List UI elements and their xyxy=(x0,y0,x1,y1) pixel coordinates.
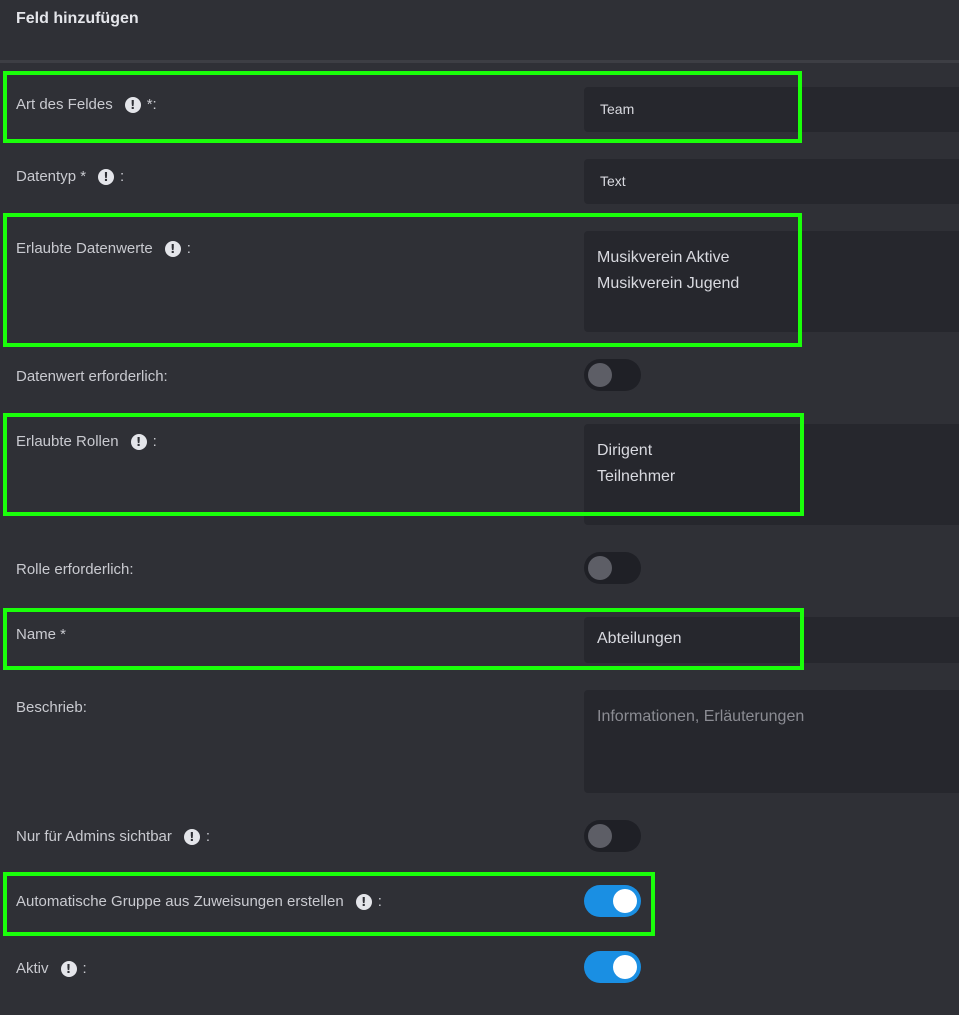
data-type-select[interactable]: Text xyxy=(584,159,959,204)
admins-only-label: Nur für Admins sichtbar ! : xyxy=(16,828,211,845)
info-icon[interactable]: ! xyxy=(60,960,77,977)
value-line: Musikverein Aktive xyxy=(597,249,730,266)
add-field-dialog: Feld hinzufügen Art des Feldes ! *: Team… xyxy=(0,0,959,1015)
info-icon[interactable]: ! xyxy=(183,828,200,845)
info-icon[interactable]: ! xyxy=(355,893,372,910)
info-icon[interactable]: ! xyxy=(164,240,181,257)
auto-group-label: Automatische Gruppe aus Zuweisungen erst… xyxy=(16,893,382,910)
value-required-label: Datenwert erforderlich: xyxy=(16,368,168,385)
allowed-roles-textarea[interactable]: Dirigent Teilnehmer xyxy=(584,424,959,525)
dialog-title: Feld hinzufügen xyxy=(16,10,139,27)
info-icon[interactable]: ! xyxy=(124,96,141,113)
allowed-values-textarea[interactable]: Musikverein Aktive Musikverein Jugend xyxy=(584,231,959,332)
auto-group-toggle[interactable] xyxy=(584,885,641,917)
allowed-values-label: Erlaubte Datenwerte ! : xyxy=(16,240,191,257)
toggle-knob xyxy=(588,556,612,580)
toggle-knob xyxy=(613,889,637,913)
role-line: Teilnehmer xyxy=(597,468,676,485)
data-type-label: Datentyp * ! : xyxy=(16,168,125,185)
toggle-knob xyxy=(588,363,612,387)
admins-only-toggle[interactable] xyxy=(584,820,641,852)
role-required-label: Rolle erforderlich: xyxy=(16,561,134,578)
dialog-header: Feld hinzufügen xyxy=(0,0,959,63)
name-input[interactable]: Abteilungen xyxy=(584,617,959,663)
description-textarea[interactable]: Informationen, Erläuterungen xyxy=(584,690,959,793)
info-icon[interactable]: ! xyxy=(98,168,115,185)
name-label: Name * xyxy=(16,626,67,643)
active-toggle[interactable] xyxy=(584,951,641,983)
allowed-roles-label: Erlaubte Rollen ! : xyxy=(16,433,157,450)
value-line: Musikverein Jugend xyxy=(597,275,740,292)
toggle-knob xyxy=(613,955,637,979)
role-line: Dirigent xyxy=(597,442,653,459)
active-label: Aktiv ! : xyxy=(16,960,87,977)
field-type-select[interactable]: Team xyxy=(584,87,959,132)
role-required-toggle[interactable] xyxy=(584,552,641,584)
description-label: Beschrieb: xyxy=(16,699,87,716)
value-required-toggle[interactable] xyxy=(584,359,641,391)
info-icon[interactable]: ! xyxy=(130,433,147,450)
field-type-label: Art des Feldes ! *: xyxy=(16,96,157,113)
toggle-knob xyxy=(588,824,612,848)
